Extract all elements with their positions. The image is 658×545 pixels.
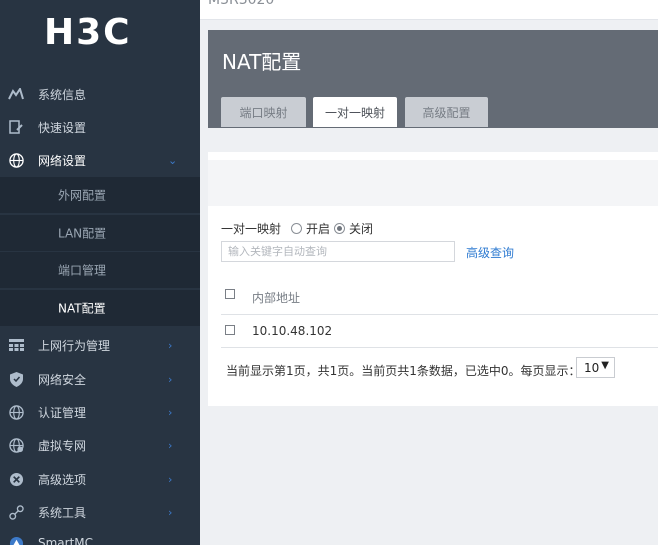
top-bar: M3R3020 xyxy=(200,0,658,20)
table-header: 内部地址 xyxy=(221,280,658,315)
nav-item-auth-management[interactable]: 认证管理 › xyxy=(0,397,200,427)
radio-off[interactable] xyxy=(334,223,346,234)
chevron-right-icon: › xyxy=(168,372,173,386)
submenu-item-lan[interactable]: LAN配置 xyxy=(0,215,200,251)
chevron-right-icon: › xyxy=(168,338,173,352)
chevron-down-icon: ▼ xyxy=(601,360,609,371)
vpn-globe-icon xyxy=(8,437,24,453)
nav-item-quick-setup[interactable]: 快速设置 xyxy=(0,112,200,142)
radio-off-label: 关闭 xyxy=(349,222,374,236)
submenu-label: 外网配置 xyxy=(58,188,107,203)
nav-item-network-security[interactable]: 网络安全 › xyxy=(0,364,200,394)
gauge-icon xyxy=(8,86,24,102)
globe-icon xyxy=(8,404,24,420)
nav-label: SmartMC xyxy=(38,536,94,545)
content-panel: 一对一映射 开启 关闭 高级查询 内部地址 10.10.48.102 当前显示第… xyxy=(208,152,658,406)
device-model: M3R3020 xyxy=(208,0,275,8)
radio-on[interactable] xyxy=(291,223,303,234)
sidebar: H3C 系统信息 快速设置 网络设置 ⌄ 外网配置 LAN配置 端口管理 NAT… xyxy=(0,0,200,545)
nav-label: 网络设置 xyxy=(38,153,87,168)
radio-on-label: 开启 xyxy=(306,222,331,236)
pagination-info: 当前显示第1页，共1页。当前页共1条数据，已选中0。每页显示： xyxy=(226,364,581,378)
submenu-item-nat[interactable]: NAT配置 xyxy=(0,290,200,326)
tab-port-mapping[interactable]: 端口映射 xyxy=(221,97,306,127)
nav-item-system-info[interactable]: 系统信息 xyxy=(0,79,200,109)
shield-icon xyxy=(8,371,24,387)
chevron-down-icon: ⌄ xyxy=(168,153,178,167)
nav-label: 系统工具 xyxy=(38,505,87,520)
chevron-right-icon: › xyxy=(168,505,173,519)
nav-item-system-tools[interactable]: 系统工具 › xyxy=(0,497,200,527)
globe-icon xyxy=(8,152,24,168)
submenu-item-port-management[interactable]: 端口管理 xyxy=(0,252,200,288)
settings-icon xyxy=(8,471,24,487)
h3c-logo: H3C xyxy=(44,12,132,53)
chevron-right-icon: › xyxy=(168,405,173,419)
nav-label: 虚拟专网 xyxy=(38,438,87,453)
tab-one-to-one-mapping[interactable]: 一对一映射 xyxy=(313,97,397,127)
chevron-right-icon: › xyxy=(168,438,173,452)
row-checkbox[interactable] xyxy=(225,325,235,335)
tab-advanced-config[interactable]: 高级配置 xyxy=(405,97,488,127)
nav-label: 认证管理 xyxy=(38,405,87,420)
nav-item-smartmc[interactable]: SmartMC xyxy=(0,528,200,545)
nav-item-advanced-options[interactable]: 高级选项 › xyxy=(0,464,200,494)
tools-icon xyxy=(8,504,24,520)
cell-internal-address: 10.10.48.102 xyxy=(252,324,333,338)
submenu-label: 端口管理 xyxy=(58,263,107,278)
mapping-label: 一对一映射 xyxy=(221,222,282,236)
page-size-select[interactable]: 10 ▼ xyxy=(576,357,615,378)
chevron-right-icon: › xyxy=(168,472,173,486)
advanced-search-link[interactable]: 高级查询 xyxy=(466,244,514,261)
page-size-value: 10 xyxy=(584,360,600,375)
submenu-label: LAN配置 xyxy=(58,226,107,241)
nav-label: 上网行为管理 xyxy=(38,338,111,353)
smartmc-icon xyxy=(8,535,24,545)
mapping-toggle-row: 一对一映射 开启 关闭 xyxy=(221,220,373,237)
select-all-checkbox[interactable] xyxy=(225,289,235,299)
nav-item-network-settings[interactable]: 网络设置 ⌄ xyxy=(0,145,200,175)
nav-label: 快速设置 xyxy=(38,120,87,135)
search-input[interactable] xyxy=(221,241,455,262)
table-row: 10.10.48.102 xyxy=(221,315,658,348)
nav-label: 系统信息 xyxy=(38,87,87,102)
page-title: NAT配置 xyxy=(222,50,302,74)
submenu-item-wan[interactable]: 外网配置 xyxy=(0,177,200,213)
faint-header-bar xyxy=(208,160,658,206)
nav-item-vpn[interactable]: 虚拟专网 › xyxy=(0,430,200,460)
submenu-label: NAT配置 xyxy=(58,301,106,316)
nav-label: 高级选项 xyxy=(38,472,87,487)
nav-label: 网络安全 xyxy=(38,372,87,387)
edit-doc-icon xyxy=(8,119,24,135)
column-header-internal-address: 内部地址 xyxy=(252,291,301,305)
grid-icon xyxy=(8,337,24,353)
nav-item-behavior-management[interactable]: 上网行为管理 › xyxy=(0,330,200,360)
